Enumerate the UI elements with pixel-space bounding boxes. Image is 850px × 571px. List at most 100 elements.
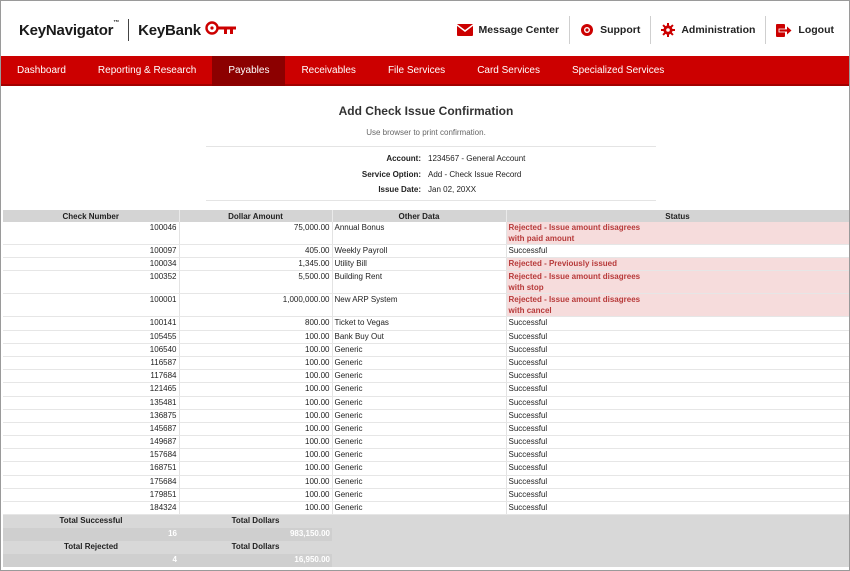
check-number-cell: 135481 <box>3 396 180 410</box>
dollar-amount-cell: 100.00 <box>179 461 333 476</box>
table-row: 100034 1,345.00 Utility Bill Rejected - Pre… <box>3 257 849 272</box>
dollar-amount-cell: 100.00 <box>179 382 333 397</box>
dollar-amount-cell: 100.00 <box>179 343 333 357</box>
status-cell: Successful <box>506 409 849 423</box>
total-rejected-dollars-label: Total Dollars <box>179 540 332 554</box>
check-number-cell: 157684 <box>3 448 180 463</box>
dollar-amount-cell: 100.00 <box>179 435 333 450</box>
check-number-cell: 175684 <box>3 475 180 489</box>
other-data-cell: Bank Buy Out <box>332 330 507 344</box>
dollar-amount-cell: 100.00 <box>179 501 333 516</box>
column-header-status: Status <box>506 210 849 222</box>
other-data-cell: Generic <box>332 356 507 371</box>
page-title: Add Check Issue Confirmation <box>338 104 514 118</box>
total-successful-dollars: 983,150.00 <box>179 527 332 541</box>
message-center-link[interactable]: Message Center <box>447 15 570 45</box>
support-link[interactable]: Support <box>570 15 650 45</box>
divider <box>206 146 656 147</box>
status-cell: Successful <box>506 448 849 463</box>
nav-file-services[interactable]: File Services <box>372 56 461 86</box>
nav-reporting-research[interactable]: Reporting & Research <box>82 56 212 86</box>
status-line: with paid amount <box>508 234 575 243</box>
bank-logo: KeyBank <box>138 21 201 39</box>
check-number-cell: 121465 <box>3 382 180 397</box>
table-row: 157684 100.00 Generic Successful <box>3 448 849 463</box>
totals-successful-labels: Total Successful Total Dollars <box>3 514 849 528</box>
table-row: 121465 100.00 Generic Successful <box>3 382 849 397</box>
gear-icon <box>661 23 676 37</box>
nav-dashboard[interactable]: Dashboard <box>1 56 82 86</box>
table-row: 106540 100.00 Generic Successful <box>3 343 849 357</box>
administration-link[interactable]: Administration <box>651 15 765 45</box>
dollar-amount-cell: 800.00 <box>179 316 333 331</box>
check-issue-table: Check Number Dollar Amount Other Data St… <box>3 210 849 567</box>
status-cell: Successful <box>506 369 849 384</box>
dollar-amount-cell: 1,000,000.00 <box>179 293 333 318</box>
blank-cell <box>332 527 506 541</box>
totals-rejected-values: 4 16,950.00 <box>3 553 849 567</box>
check-number-cell: 184324 <box>3 501 180 516</box>
status-cell: Successful <box>506 356 849 371</box>
status-cell: Successful <box>506 396 849 410</box>
table-totals: Total Successful Total Dollars 16 983,15… <box>3 514 849 567</box>
check-number-cell: 100001 <box>3 293 180 318</box>
check-number-cell: 100352 <box>3 270 180 295</box>
dollar-amount-cell: 75,000.00 <box>179 222 333 245</box>
logout-link[interactable]: Logout <box>766 15 849 45</box>
other-data-cell: Generic <box>332 475 507 489</box>
envelope-icon <box>456 24 473 36</box>
table-row: 116587 100.00 Generic Successful <box>3 356 849 371</box>
check-number-cell: 168751 <box>3 461 180 476</box>
total-successful-count: 16 <box>3 527 179 541</box>
table-row: 100046 75,000.00 Annual Bonus Rejected - Is… <box>3 222 849 245</box>
table-row: 135481 100.00 Generic Successful <box>3 396 849 410</box>
nav-card-services[interactable]: Card Services <box>461 56 556 86</box>
table-row: 175684 100.00 Generic Successful <box>3 475 849 489</box>
utility-nav: Message Center Support Administration Lo… <box>447 15 849 45</box>
other-data-cell: Generic <box>332 409 507 423</box>
status-cell: Successful <box>506 330 849 344</box>
other-data-cell: Annual Bonus <box>332 222 507 245</box>
check-number-cell: 100141 <box>3 316 180 331</box>
other-data-cell: Utility Bill <box>332 257 507 272</box>
other-data-cell: Generic <box>332 448 507 463</box>
status-line: with stop <box>508 283 544 293</box>
product-name: KeyNavigator <box>19 21 114 39</box>
nav-receivables[interactable]: Receivables <box>285 56 371 86</box>
table-row: 184324 100.00 Generic Successful <box>3 501 849 516</box>
table-row: 136875 100.00 Generic Successful <box>3 409 849 423</box>
status-cell: Successful <box>506 501 849 516</box>
detail-service-option: Service Option: Add - Check Issue Record <box>301 167 701 183</box>
dollar-amount-cell: 100.00 <box>179 488 333 503</box>
status-cell: Successful <box>506 343 849 357</box>
table-row: 179851 100.00 Generic Successful <box>3 488 849 503</box>
nav-payables[interactable]: Payables <box>212 56 286 86</box>
header: KeyNavigator™ KeyBank Message Center Sup… <box>1 1 849 56</box>
status-cell: Successful <box>506 244 849 259</box>
blank-cell <box>332 514 506 528</box>
trademark: ™ <box>113 19 120 26</box>
check-number-cell: 105455 <box>3 330 180 344</box>
other-data-cell: Building Rent <box>332 270 507 295</box>
table-header: Check Number Dollar Amount Other Data St… <box>3 210 849 222</box>
check-number-cell: 106540 <box>3 343 180 357</box>
check-number-cell: 100034 <box>3 257 180 272</box>
dollar-amount-cell: 405.00 <box>179 244 333 259</box>
logout-label: Logout <box>798 24 834 36</box>
totals-successful-values: 16 983,150.00 <box>3 527 849 541</box>
other-data-cell: Generic <box>332 461 507 476</box>
other-data-cell: Generic <box>332 501 507 516</box>
table-row: 100141 800.00 Ticket to Vegas Successful <box>3 316 849 331</box>
divider <box>206 200 656 201</box>
other-data-cell: Generic <box>332 343 507 357</box>
dollar-amount-cell: 100.00 <box>179 475 333 489</box>
dollar-amount-cell: 100.00 <box>179 422 333 437</box>
detail-account: Account: 1234567 - General Account <box>301 151 701 167</box>
key-icon <box>205 20 237 40</box>
check-number-cell: 117684 <box>3 369 180 384</box>
administration-label: Administration <box>681 24 756 36</box>
blank-cell <box>506 553 849 567</box>
brand-divider <box>128 19 130 41</box>
table-row: 100097 405.00 Weekly Payroll Successful <box>3 244 849 259</box>
nav-specialized-services[interactable]: Specialized Services <box>556 56 680 86</box>
